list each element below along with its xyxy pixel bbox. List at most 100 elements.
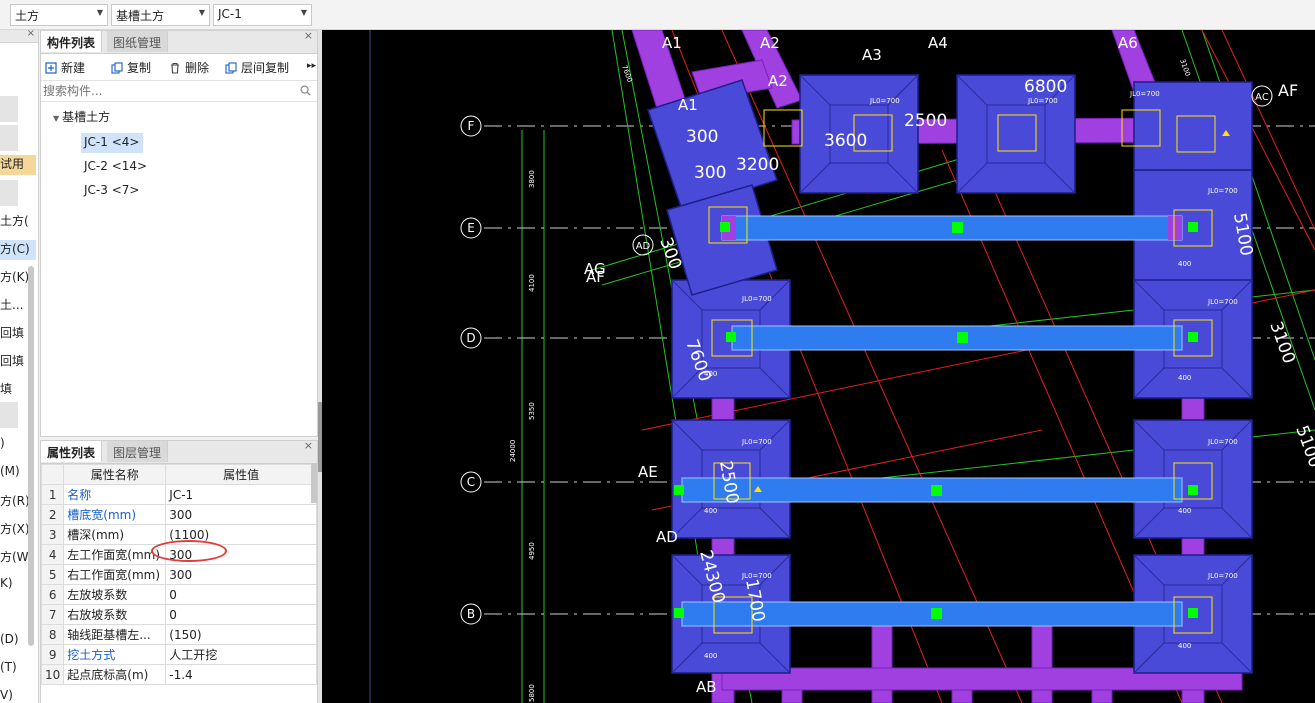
property-scrollbar[interactable]	[311, 463, 317, 503]
table-row[interactable]: 7 右放坡系数 0	[40, 604, 317, 625]
category-select[interactable]: 土方 ▼	[10, 4, 108, 26]
axis-label-e: E	[467, 221, 475, 235]
col-label-a1b: A1	[678, 96, 698, 114]
property-value[interactable]: 人工开挖	[165, 644, 317, 665]
new-button[interactable]: 新建	[45, 59, 85, 76]
table-row[interactable]: 8 轴线距基槽左... (150)	[40, 624, 317, 645]
beam-tag: JL0=700	[1207, 298, 1238, 306]
left-strip-scrollbar[interactable]	[28, 266, 34, 646]
tab-component-list[interactable]: 构件列表	[41, 31, 103, 52]
more-icon[interactable]: ▸▸	[307, 61, 316, 71]
dim-label: 3200	[736, 155, 779, 175]
nav-item[interactable]: (T)	[0, 660, 36, 680]
column-header-name: 属性名称	[63, 464, 167, 485]
table-row[interactable]: 6 左放坡系数 0	[40, 584, 317, 605]
axis-tag-ab: AB	[696, 678, 717, 696]
table-row[interactable]: 5 右工作面宽(mm) 300	[40, 564, 317, 585]
top-toolbar: 土方 ▼ 基槽土方 ▼ JC-1 ▼	[0, 0, 1315, 30]
close-icon[interactable]: ×	[304, 439, 313, 452]
dim-label: 3600	[824, 131, 867, 151]
col-label-a3: A3	[862, 46, 882, 64]
property-table: 属性名称 属性值 1 名称 JC-1 2 槽底宽(mm) 300 3 槽深(mm) (110…	[40, 464, 317, 685]
beam-tag: JL0=700	[741, 295, 772, 303]
tab-property-list[interactable]: 属性列表	[41, 441, 103, 462]
col-label-a2b: A2	[768, 72, 788, 90]
search-icon[interactable]	[300, 85, 311, 96]
dim-small: 4950	[528, 542, 536, 560]
axis-label-c: C	[467, 475, 475, 489]
property-name: 右放坡系数	[63, 604, 167, 625]
property-name: 右工作面宽(mm)	[63, 564, 167, 585]
property-value[interactable]: 300	[165, 544, 317, 565]
property-value[interactable]: (150)	[165, 624, 317, 645]
property-value[interactable]: 300	[165, 504, 317, 525]
copy-button[interactable]: 复制	[111, 59, 151, 76]
col-label-a6: A6	[1118, 34, 1138, 52]
delete-button[interactable]: 删除	[169, 59, 209, 76]
property-value[interactable]: 300	[165, 564, 317, 585]
property-panel-tabs: 属性列表 图层管理 ×	[41, 439, 317, 464]
beam-tag: JL0=700	[1207, 572, 1238, 580]
dim-small: 4100	[528, 274, 536, 292]
floor-copy-icon	[225, 62, 237, 74]
property-value[interactable]: 0	[165, 584, 317, 605]
property-name: 起点底标高(m)	[63, 664, 167, 685]
table-row[interactable]: 10 起点底标高(m) -1.4	[40, 664, 317, 685]
col-label-af: AF	[1278, 81, 1298, 100]
table-row[interactable]: 4 左工作面宽(mm) 300	[40, 544, 317, 565]
dim-label: 300	[686, 127, 718, 147]
dim-small: 3100	[1178, 58, 1192, 77]
dim-400: 400	[1178, 507, 1191, 515]
tree-item-jc2[interactable]: JC-2 <14>	[81, 157, 151, 177]
dim-small: 24000	[509, 440, 517, 462]
nav-item[interactable]: V)	[0, 688, 36, 703]
dim-label: 300	[694, 163, 726, 183]
property-value[interactable]: (1100)	[165, 524, 317, 545]
property-name: 左放坡系数	[63, 584, 167, 605]
axis-tag-ae: AE	[638, 463, 658, 481]
nav-item-selected[interactable]: 方(C)	[0, 240, 36, 260]
dim-400: 400	[1178, 374, 1191, 382]
table-row[interactable]: 1 名称 JC-1	[40, 484, 317, 505]
beam-tag: JL0=700	[1027, 97, 1058, 105]
component-search[interactable]	[41, 81, 317, 102]
axis-tag-af: AF	[586, 268, 605, 286]
property-value[interactable]: 0	[165, 604, 317, 625]
trash-icon	[171, 62, 179, 74]
property-value[interactable]: -1.4	[165, 664, 317, 685]
floor-copy-button[interactable]: 层间复制	[225, 59, 289, 76]
table-row[interactable]: 3 槽深(mm) (1100)	[40, 524, 317, 545]
close-icon[interactable]: ×	[27, 30, 35, 39]
tab-layer-management[interactable]: 图层管理	[107, 441, 169, 462]
table-row[interactable]: 9 挖土方式 人工开挖	[40, 644, 317, 665]
expand-icon[interactable]: ▼	[53, 114, 59, 123]
nav-item[interactable]: 土方(	[0, 212, 36, 232]
table-row[interactable]: 2 槽底宽(mm) 300	[40, 504, 317, 525]
dim-small: 3800	[528, 170, 536, 188]
new-icon	[45, 62, 57, 74]
component-select[interactable]: JC-1 ▼	[213, 4, 312, 26]
close-icon[interactable]: ×	[304, 29, 313, 42]
dim-label: 6800	[1024, 77, 1067, 97]
col-label-a2: A2	[760, 34, 780, 52]
tree-item-jc1[interactable]: JC-1 <4>	[81, 133, 144, 153]
tree-item-jc3[interactable]: JC-3 <7>	[81, 181, 143, 201]
left-nav-header: ×	[0, 30, 38, 43]
tab-drawing-management[interactable]: 图纸管理	[107, 31, 169, 52]
axis-label-d: D	[466, 331, 475, 345]
axis-label-b: B	[467, 607, 475, 621]
copy-icon	[111, 62, 123, 74]
type-select[interactable]: 基槽土方 ▼	[111, 4, 210, 26]
property-name: 槽底宽(mm)	[63, 504, 167, 525]
beam-tag: JL0=700	[869, 97, 900, 105]
drawing-canvas[interactable]: F E D C B AD AC A1 A2 A3 A4 A6 A2 A1 AF …	[322, 30, 1315, 703]
dim-400: 400	[1178, 642, 1191, 650]
tree-group-trench-earthwork[interactable]: ▼ 基槽土方	[53, 108, 110, 125]
column-header-value: 属性值	[165, 464, 317, 485]
cad-drawing[interactable]: F E D C B AD AC A1 A2 A3 A4 A6 A2 A1 AF …	[322, 30, 1315, 703]
nav-item-trial[interactable]: 试用	[0, 155, 36, 175]
col-label-a1: A1	[662, 34, 682, 52]
search-input[interactable]	[41, 81, 293, 100]
property-value[interactable]: JC-1	[165, 484, 317, 505]
property-name: 槽深(mm)	[63, 524, 167, 545]
